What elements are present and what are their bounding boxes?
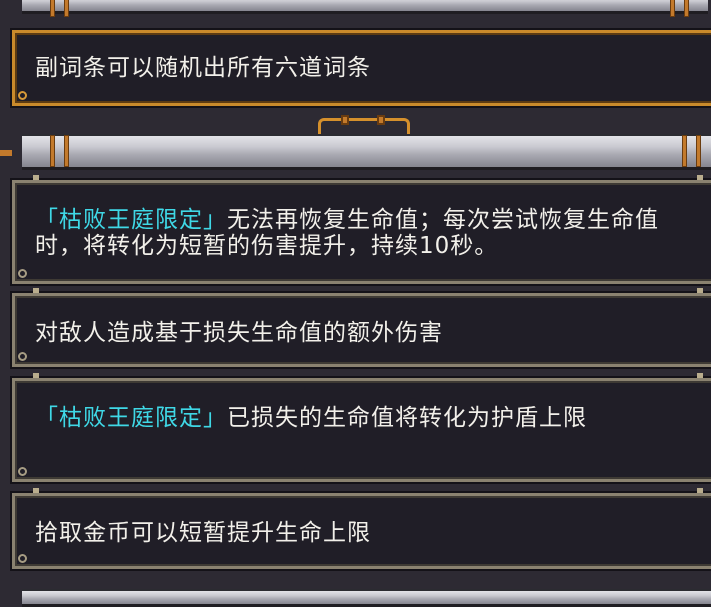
affix-text-3: 「枯败王庭限定」已损失的生命值将转化为护盾上限 — [35, 405, 699, 431]
affix-panel-4[interactable]: 拾取金币可以短暂提升生命上限 — [12, 488, 711, 569]
bottom-scroll-rod — [22, 589, 711, 607]
affix-desc-3: 已损失的生命值将转化为护盾上限 — [227, 405, 587, 431]
affix-text-4: 拾取金币可以短暂提升生命上限 — [35, 520, 699, 546]
header-panel: 副词条可以随机出所有六道词条 — [12, 30, 711, 106]
affix-panel-2[interactable]: 对敌人造成基于损失生命值的额外伤害 — [12, 288, 711, 367]
affix-panel-1[interactable]: 「枯败王庭限定」无法再恢复生命值；每次尝试恢复生命值时，将转化为短暂的伤害提升，… — [12, 175, 711, 284]
top-scroll-rod — [22, 0, 708, 17]
affix-tag-3: 「枯败王庭限定」 — [35, 405, 227, 431]
affix-desc-2: 对敌人造成基于损失生命值的额外伤害 — [35, 320, 443, 346]
header-panel-text: 副词条可以随机出所有六道词条 — [35, 55, 371, 81]
affix-panel-3[interactable]: 「枯败王庭限定」已损失的生命值将转化为护盾上限 — [12, 373, 711, 482]
middle-scroll-rod — [22, 134, 711, 170]
affix-text-2: 对敌人造成基于损失生命值的额外伤害 — [35, 320, 699, 346]
affix-desc-4: 拾取金币可以短暂提升生命上限 — [35, 520, 371, 546]
affix-text-1: 「枯败王庭限定」无法再恢复生命值；每次尝试恢复生命值时，将转化为短暂的伤害提升，… — [35, 207, 699, 259]
left-rod-ornament — [0, 150, 12, 156]
affix-tag-1: 「枯败王庭限定」 — [35, 207, 227, 233]
